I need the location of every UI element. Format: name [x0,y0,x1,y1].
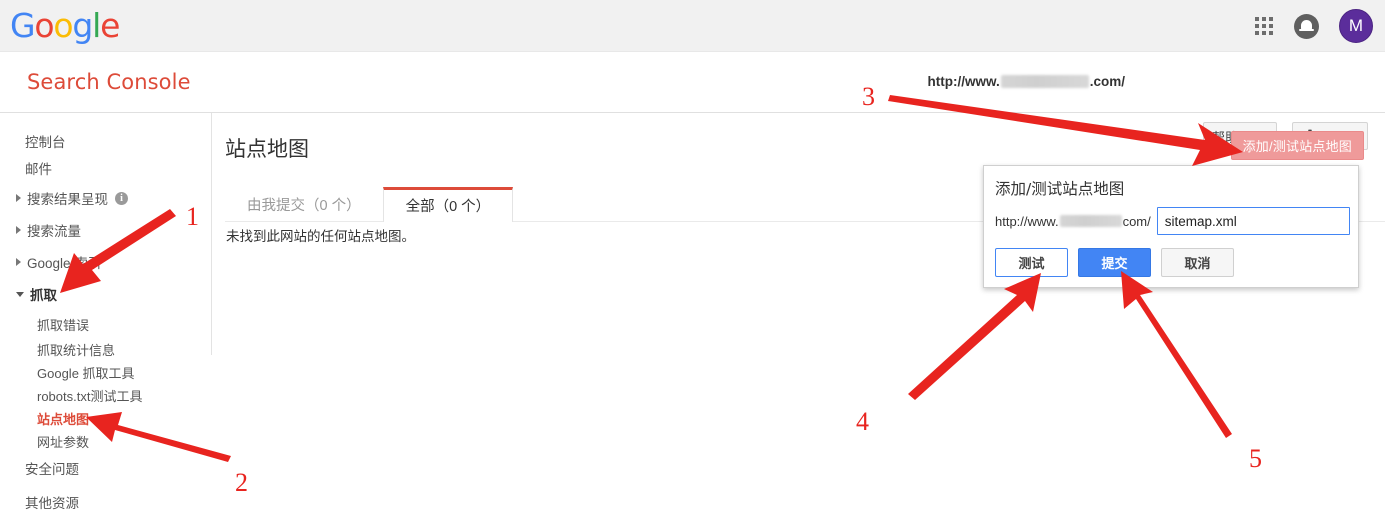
bell-icon[interactable] [1294,13,1319,39]
sidebar-item-label: robots.txt测试工具 [37,389,143,404]
sidebar-item-8[interactable]: 抓取统计信息 [37,340,115,359]
sidebar-item-label: 控制台 [25,135,66,150]
sidebar-item-13[interactable]: 安全问题 [25,458,79,478]
top-bar-actions: M [1255,0,1373,52]
sidebar-item-4[interactable]: 搜索流量 [16,220,81,240]
site-url-display: http://www. .com/ [928,74,1126,89]
add-test-sitemap-button[interactable]: 添加/测试站点地图 [1230,131,1364,160]
sidebar-item-6[interactable]: 抓取 [16,284,57,304]
sidebar-item-label: 邮件 [25,162,52,177]
sidebar-item-label: 安全问题 [25,462,79,477]
sidebar-item-14[interactable]: 其他资源 [25,492,79,512]
page-title: 站点地图 [225,137,309,161]
sidebar-item-label: 抓取统计信息 [37,343,116,358]
sidebar-item-9[interactable]: Google 抓取工具 [37,363,135,382]
logo-letter: e [100,6,120,45]
sidebar-item-11[interactable]: 站点地图 [37,409,89,428]
site-domain-redacted [1000,75,1089,88]
sidebar-item-2[interactable]: 邮件 [25,158,52,178]
dialog-url-prefix-text: http://www. [995,213,1059,229]
chevron-right-icon [16,258,21,266]
sidebar-item-label: 抓取错误 [37,318,90,333]
chevron-right-icon [16,226,21,234]
chevron-right-icon [16,194,21,202]
avatar[interactable]: M [1339,9,1373,43]
console-header: Search Console http://www. .com/ 帮助 [0,52,1385,150]
empty-state-message: 未找到此网站的任何站点地图。 [226,229,415,244]
logo-letter: o [34,6,54,45]
dialog-title: 添加/测试站点地图 [995,180,1125,198]
dialog-url-row: http://www. com/ [995,207,1350,235]
sidebar-item-label: Google 抓取工具 [37,366,135,381]
sidebar: 控制台邮件搜索结果呈现 i 搜索流量 Google 索引 抓取抓取错误抓取统计信息 Goo… [0,113,212,521]
sitemap-tabs: 由我提交（0 个） 全部（0 个） [225,187,514,222]
logo-letter: o [53,6,73,45]
sidebar-item-label: 网址参数 [37,435,90,450]
sidebar-item-label: 搜索流量 [27,224,81,239]
test-button[interactable]: 测试 [995,248,1068,277]
chevron-down-icon [16,291,24,297]
sidebar-item-1[interactable]: 控制台 [25,131,66,151]
sidebar-item-5[interactable]: Google 索引 [16,252,101,272]
logo-letter: G [10,6,36,45]
sidebar-item-label: 其他资源 [25,496,79,511]
logo-letter: l [92,6,101,45]
dialog-actions: 测试 提交 取消 [995,248,1234,277]
google-logo[interactable]: Google [10,6,120,45]
sidebar-item-10[interactable]: robots.txt测试工具 [37,386,142,405]
submit-button[interactable]: 提交 [1078,248,1151,277]
sidebar-item-12[interactable]: 网址参数 [37,432,89,451]
sitemap-filename-input[interactable] [1156,207,1350,235]
google-top-bar: Google M [0,0,1385,52]
tab-1[interactable]: 由我提交（0 个） [225,187,383,222]
dialog-domain-redacted [1059,215,1122,227]
site-url-suffix: .com/ [1089,74,1125,89]
site-url-prefix: http://www. [927,74,1000,89]
info-icon[interactable]: i [115,191,128,205]
sidebar-item-3[interactable]: 搜索结果呈现 i [16,188,128,208]
logo-letter: g [72,6,93,45]
apps-grid-icon[interactable] [1255,16,1274,36]
search-console-screen: Google M Search Console http://www. .com/… [0,0,1385,521]
sidebar-item-label: Google 索引 [27,256,102,271]
sidebar-item-label: 抓取 [30,288,57,303]
cancel-button[interactable]: 取消 [1161,248,1234,277]
sidebar-item-label: 站点地图 [37,412,90,427]
sidebar-item-7[interactable]: 抓取错误 [37,315,89,334]
dialog-url-prefix: http://www. com/ [995,214,1151,229]
add-test-sitemap-dialog: 添加/测试站点地图 http://www. com/ 测试 提交 取消 [983,165,1359,288]
dialog-url-suffix-text: com/ [1122,213,1151,229]
page-product-title[interactable]: Search Console [27,70,191,94]
sidebar-item-label: 搜索结果呈现 [27,192,108,207]
tab-2[interactable]: 全部（0 个） [382,187,514,222]
